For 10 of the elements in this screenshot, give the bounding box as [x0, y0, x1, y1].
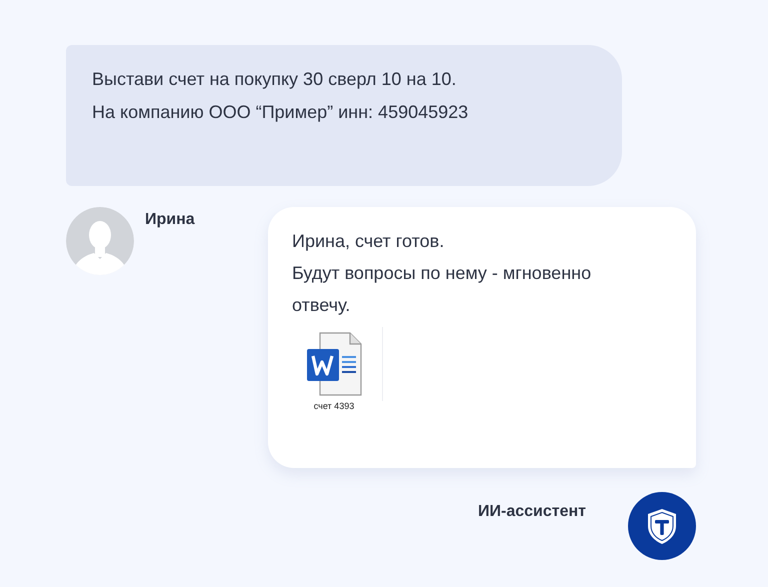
message-text: Выстави счет на покупку 30 сверл 10 на 10.	[92, 68, 458, 91]
message-text: На компанию ООО “Пример” инн: 459045923	[92, 101, 470, 124]
reply-text: Ирина, счет готов.	[292, 230, 446, 253]
shield-logo-icon	[628, 492, 696, 560]
word-document-icon	[305, 331, 363, 397]
avatar-icon	[66, 207, 134, 275]
reply-text: Будут вопросы по нему - мгновенно отвечу.	[292, 262, 592, 317]
assistant-name: ИИ-ассистент	[478, 503, 586, 521]
user-name: Ирина	[145, 211, 195, 229]
file-name: счет 4393	[314, 401, 354, 411]
